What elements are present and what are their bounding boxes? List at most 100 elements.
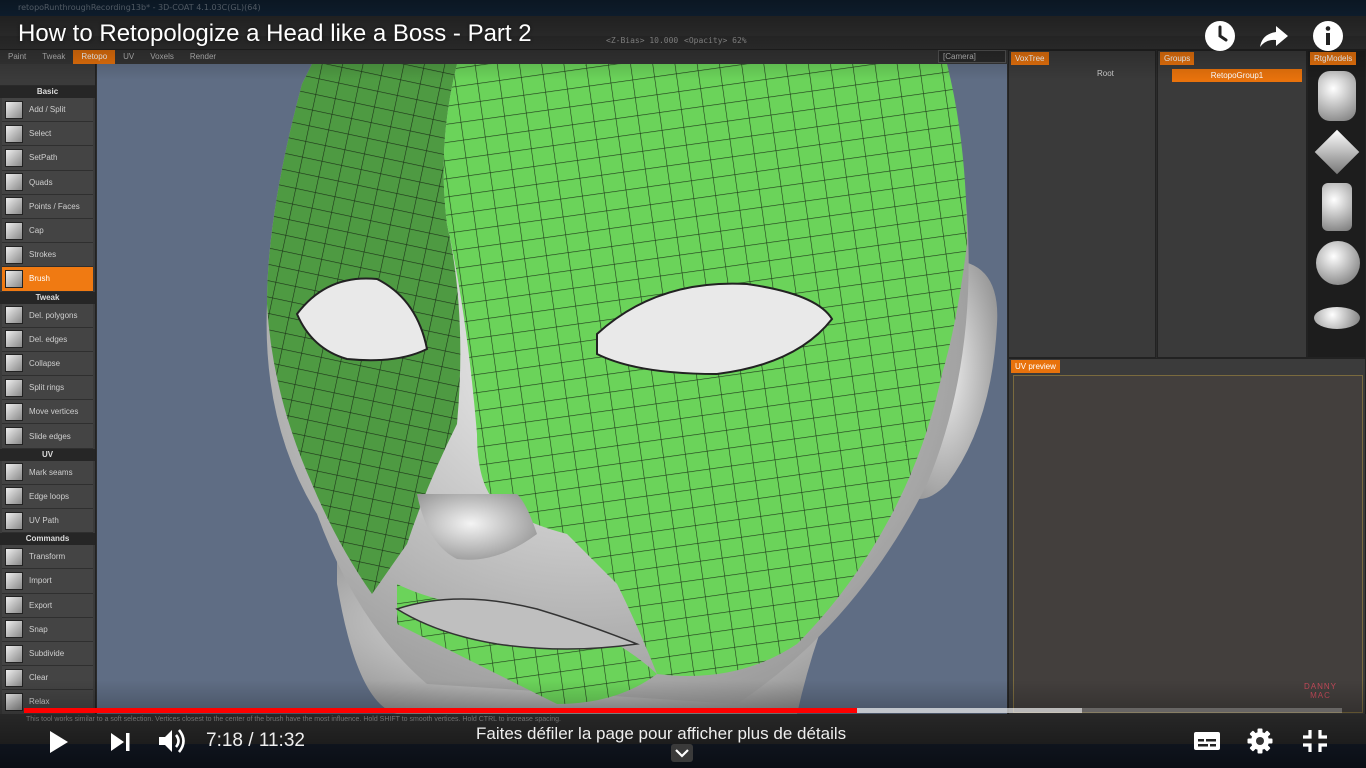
uv-preview-header: UV preview [1011, 360, 1060, 373]
groups-header: Groups [1160, 52, 1195, 65]
cube-icon [5, 197, 23, 216]
groups-item-retopogroup1: RetopoGroup1 [1172, 69, 1302, 82]
room-tabs: Paint Tweak Retopo UV Voxels Render [0, 50, 1010, 64]
tool-export: Export [2, 593, 93, 618]
import-icon [5, 571, 23, 590]
cube-icon [5, 427, 23, 446]
delete-icon [5, 330, 23, 349]
progress-played [24, 708, 857, 713]
cube-icon [5, 463, 23, 482]
room-tab-tweak: Tweak [42, 52, 66, 61]
tool-select: Select [2, 122, 93, 147]
chevron-down-icon[interactable] [671, 744, 693, 762]
cube-icon [5, 402, 23, 421]
tool-cap: Cap [2, 218, 93, 244]
cube-icon [5, 173, 23, 192]
3d-viewport [97, 64, 1007, 714]
clock-icon[interactable] [1202, 18, 1238, 54]
ellipsoid-model-icon [1314, 307, 1360, 329]
watermark: DANNY MAC [1304, 682, 1338, 700]
room-tab-render: Render [189, 52, 217, 61]
room-tab-uv: UV [123, 52, 135, 61]
scroll-hint: Faites défiler la page pour afficher plu… [476, 724, 847, 743]
room-tab-retopo: Retopo [73, 50, 116, 64]
groups-panel: Groups RetopoGroup1 [1157, 50, 1307, 358]
tool-del-edges: Del. edges [2, 327, 93, 352]
tool-edge-loops: Edge loops [2, 484, 93, 509]
tool-collapse: Collapse [2, 351, 93, 377]
z-bias-readout: <Z-Bias> 10.000 [606, 36, 679, 45]
cylinder-model-icon [1318, 71, 1356, 121]
subtitles-icon[interactable] [1192, 729, 1222, 753]
app-titlebar: retopoRunthroughRecording13b* - 3D-COAT … [0, 0, 1366, 16]
play-icon[interactable] [44, 728, 72, 756]
tool-split-rings: Split rings [2, 376, 93, 401]
rtg-models-panel: RtgModels [1307, 50, 1366, 358]
room-tab-voxels: Voxels [150, 52, 174, 61]
fullscreen-exit-icon[interactable] [1300, 727, 1330, 755]
cube-icon [5, 148, 23, 167]
tool-strokes: Strokes [2, 243, 93, 268]
cube-icon [5, 124, 23, 143]
uv-preview-canvas: DANNY MAC [1013, 375, 1363, 713]
video-title[interactable]: How to Retopologize a Head like a Boss -… [18, 20, 532, 48]
snap-icon [5, 620, 23, 639]
cube-icon [5, 692, 23, 711]
tool-section-commands: Commands [0, 533, 95, 546]
voxtree-root-item: Root [1097, 69, 1114, 78]
sphere-icon [5, 221, 23, 240]
tool-panel-header [0, 64, 95, 86]
info-icon[interactable] [1310, 18, 1346, 54]
room-tab-paint: Paint [8, 52, 27, 61]
tool-uv-path: UV Path [2, 509, 93, 534]
voxtree-header: VoxTree [1011, 52, 1049, 65]
head-model [266, 64, 998, 714]
tool-clear: Clear [2, 666, 93, 691]
tool-section-basic: Basic [0, 86, 95, 98]
tool-brush: Brush [2, 267, 93, 292]
voxtree-panel: VoxTree Root [1008, 50, 1156, 358]
gear-icon[interactable] [1246, 727, 1274, 755]
share-arrow-icon[interactable] [1256, 18, 1292, 54]
tool-transform: Transform [2, 545, 93, 570]
tool-snap: Snap [2, 617, 93, 642]
cube-icon [5, 354, 23, 373]
skip-next-icon[interactable] [106, 729, 134, 755]
video-frame[interactable]: retopoRunthroughRecording13b* - 3D-COAT … [0, 0, 1366, 768]
app-window-title: retopoRunthroughRecording13b* - 3D-COAT … [18, 3, 261, 12]
close-icon [5, 668, 23, 687]
tool-setpath: SetPath [2, 146, 93, 171]
tool-section-uv: UV [0, 448, 95, 461]
sphere-model-icon [1316, 241, 1360, 285]
tool-slide-edges: Slide edges [2, 424, 93, 449]
progress-bar[interactable] [24, 708, 1342, 713]
cube-icon [5, 100, 23, 119]
time-display: 7:18 / 11:32 [206, 730, 305, 751]
uv-preview-panel: UV preview DANNY MAC [1008, 358, 1366, 718]
status-hint-text: This tool works similar to a soft select… [26, 716, 561, 723]
tool-quads: Quads [2, 170, 93, 195]
tool-del-polygons: Del. polygons [2, 303, 93, 328]
cube-icon [5, 511, 23, 530]
tool-move-vertices: Move vertices [2, 400, 93, 425]
tool-section-tweak: Tweak [0, 291, 95, 304]
delete-icon [5, 306, 23, 325]
tool-mark-seams: Mark seams [2, 460, 93, 485]
cube-icon [5, 269, 23, 288]
cube-icon [5, 487, 23, 506]
export-icon [5, 596, 23, 615]
cube-model-icon [1314, 129, 1360, 175]
camera-select: [Camera] [938, 50, 1006, 63]
cube-icon [5, 644, 23, 663]
cube-icon [5, 547, 23, 566]
cylinder-model-icon [1322, 183, 1352, 231]
cube-icon [5, 378, 23, 397]
volume-icon[interactable] [156, 726, 190, 756]
tool-points-faces: Points / Faces [2, 194, 93, 219]
retopo-tool-panel: Basic Add / Split Select SetPath Quads P… [0, 64, 96, 715]
tool-add-split: Add / Split [2, 98, 93, 123]
opacity-readout: <Opacity> 62% [684, 36, 747, 45]
cube-icon [5, 245, 23, 264]
tool-import: Import [2, 569, 93, 594]
tool-subdivide: Subdivide [2, 641, 93, 667]
